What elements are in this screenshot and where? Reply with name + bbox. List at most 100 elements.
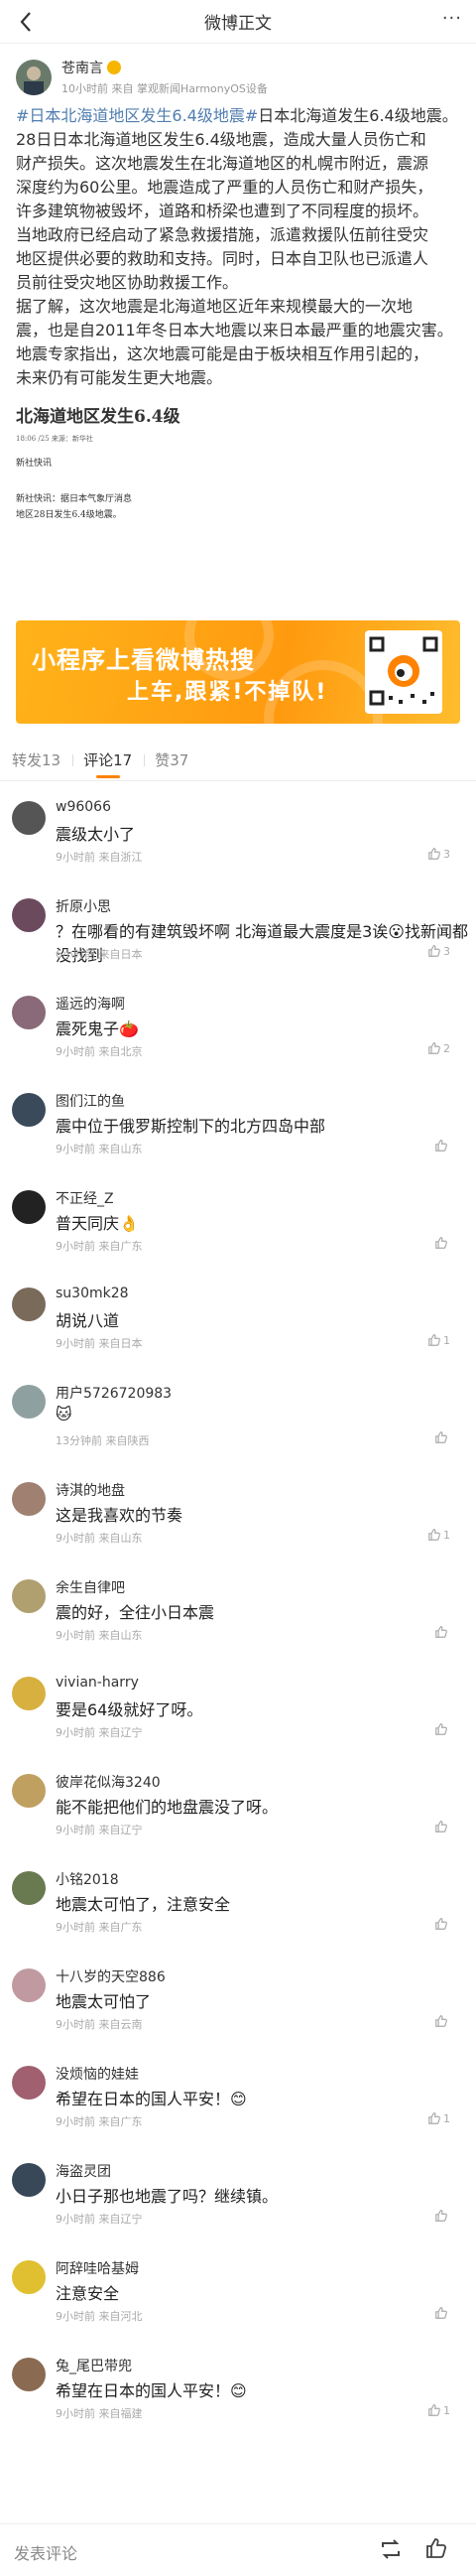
avatar[interactable] bbox=[12, 1677, 46, 1710]
comment-like-count: 1 bbox=[443, 2111, 450, 2125]
comment-author[interactable]: 没烦恼的娃娃 bbox=[56, 2064, 139, 2084]
post-body-line: 员前往受灾地区协助救援工作。 bbox=[16, 273, 239, 292]
post-body-line: 当地政府已经启动了紧急救援措施，派遣救援队伍前往受灾 bbox=[16, 225, 429, 244]
comment-item[interactable]: 遥远的海啊 震死鬼子🍅 9小时前 来自北京 2 bbox=[0, 976, 476, 1073]
comment-meta: 9小时前 来自浙江 bbox=[56, 851, 143, 864]
comment-input[interactable]: 发表评论 bbox=[14, 2540, 77, 2564]
comment-item[interactable]: 没烦恼的娃娃 希望在日本的国人平安！😊 9小时前 来自广东 1 bbox=[0, 2046, 476, 2143]
avatar[interactable] bbox=[12, 1968, 46, 2002]
comment-author[interactable]: 余生自律吧 bbox=[56, 1577, 125, 1597]
comment-item[interactable]: 十八岁的天空886 地震太可怕了 9小时前 来自云南 bbox=[0, 1949, 476, 2046]
news-screenshot-image[interactable]: 北海道地区发生6.4级 18:06 /25 来源：新华社 新社快讯 新社快讯：据… bbox=[0, 402, 476, 610]
comment-item[interactable]: 用户5726720983 🐱 13分钟前 来自陕西 bbox=[0, 1365, 476, 1462]
comment-list: w96066 震级太小了 9小时前 来自浙江 3 折原小思 ？在哪看的有建筑毁坏啊 北海道… bbox=[0, 781, 476, 2435]
comment-like-button[interactable] bbox=[434, 2209, 450, 2223]
tab-comments[interactable]: 评论17 bbox=[83, 749, 132, 780]
avatar[interactable] bbox=[12, 1190, 46, 1224]
post-author[interactable]: 苍南言 10小时前 来自 掌观新闻HarmonyOS设备 bbox=[16, 58, 460, 96]
avatar[interactable] bbox=[12, 1385, 46, 1419]
post-body-line: 地区提供必要的救助和支持。同时，日本自卫队也已派遣人 bbox=[16, 249, 429, 268]
comment-author[interactable]: 图们江的鱼 bbox=[56, 1091, 125, 1111]
avatar[interactable] bbox=[12, 801, 46, 835]
comment-like-button[interactable]: 2 bbox=[427, 1041, 450, 1055]
comment-text: 小日子那也地震了吗？继续镇。 bbox=[56, 2187, 279, 2206]
comment-like-count: 1 bbox=[443, 1528, 450, 1542]
comment-author[interactable]: 用户5726720983 bbox=[56, 1383, 172, 1403]
comment-like-button[interactable] bbox=[434, 1722, 450, 1736]
avatar[interactable] bbox=[12, 898, 46, 932]
comment-like-button[interactable] bbox=[434, 2306, 450, 2320]
comment-like-count: 3 bbox=[443, 847, 450, 861]
comment-item[interactable]: 兔_尾巴带兜 希望在日本的国人平安！😊 9小时前 来自福建 1 bbox=[0, 2338, 476, 2435]
comment-author[interactable]: 小铭2018 bbox=[56, 1869, 119, 1889]
mini-program-banner[interactable]: 小程序上看微博热搜 上车,跟紧!不掉队! bbox=[16, 620, 460, 724]
author-name[interactable]: 苍南言 bbox=[61, 58, 103, 77]
comment-like-button[interactable] bbox=[434, 1139, 450, 1152]
comment-item[interactable]: 海盗灵团 小日子那也地震了吗？继续镇。 9小时前 来自辽宁 bbox=[0, 2143, 476, 2240]
comment-author[interactable]: su30mk28 bbox=[56, 1286, 129, 1301]
comment-item[interactable]: w96066 震级太小了 9小时前 来自浙江 3 bbox=[0, 781, 476, 879]
news-agency: 新社快讯 bbox=[16, 459, 53, 469]
comment-author[interactable]: 海盗灵团 bbox=[56, 2161, 111, 2181]
comment-item[interactable]: 诗淇的地盘 这是我喜欢的节奏 9小时前 来自山东 1 bbox=[0, 1462, 476, 1559]
comment-author[interactable]: 不正经_Z bbox=[56, 1188, 114, 1208]
avatar[interactable] bbox=[16, 59, 52, 95]
comment-like-button[interactable] bbox=[434, 2014, 450, 2028]
comment-item[interactable]: 图们江的鱼 震中位于俄罗斯控制下的北方四岛中部 9小时前 来自山东 bbox=[0, 1073, 476, 1170]
comment-text: 注意安全 bbox=[56, 2284, 120, 2303]
comment-like-button[interactable]: 1 bbox=[427, 1528, 450, 1542]
avatar[interactable] bbox=[12, 2163, 46, 2197]
tab-reposts[interactable]: 转发13 bbox=[12, 749, 60, 780]
more-icon[interactable]: ··· bbox=[442, 8, 462, 29]
comment-like-button[interactable]: 3 bbox=[427, 944, 450, 958]
thumbs-up-icon bbox=[435, 2015, 447, 2027]
comment-like-button[interactable] bbox=[434, 1430, 450, 1444]
avatar[interactable] bbox=[12, 2066, 46, 2100]
avatar[interactable] bbox=[12, 1579, 46, 1613]
comment-item[interactable]: 小铭2018 地震太可怕了，注意安全 9小时前 来自广东 bbox=[0, 1851, 476, 1949]
avatar[interactable] bbox=[12, 2358, 46, 2391]
comment-like-button[interactable] bbox=[434, 1625, 450, 1639]
comment-item[interactable]: 彼岸花似海3240 能不能把他们的地盘震没了呀。 9小时前 来自辽宁 bbox=[0, 1754, 476, 1851]
comment-author[interactable]: 阿辞哇哈基姆 bbox=[56, 2258, 139, 2278]
post-body-line: 深度约为60公里。地震造成了严重的人员伤亡和财产损失， bbox=[16, 178, 433, 197]
avatar[interactable] bbox=[12, 1774, 46, 1808]
comment-like-button[interactable]: 1 bbox=[427, 2403, 450, 2417]
comment-meta: 9小时前 来自河北 bbox=[56, 2310, 143, 2323]
comment-meta: 9小时前 来自辽宁 bbox=[56, 1726, 143, 1739]
comment-like-button[interactable] bbox=[434, 1917, 450, 1931]
back-icon[interactable] bbox=[12, 8, 40, 36]
thumbs-up-icon bbox=[428, 848, 440, 860]
comment-author[interactable]: 遥远的海啊 bbox=[56, 994, 125, 1014]
comment-author[interactable]: 彼岸花似海3240 bbox=[56, 1772, 161, 1792]
comment-author[interactable]: vivian-harry bbox=[56, 1675, 139, 1691]
comment-author[interactable]: 十八岁的天空886 bbox=[56, 1966, 166, 1986]
comment-item[interactable]: 余生自律吧 震的好，全往小日本震 9小时前 来自山东 bbox=[0, 1559, 476, 1657]
comment-author[interactable]: w96066 bbox=[56, 799, 111, 815]
comment-item[interactable]: vivian-harry 要是64级就好了呀。 9小时前 来自辽宁 bbox=[0, 1657, 476, 1754]
hashtag-link[interactable]: #日本北海道地区发生6.4级地震# bbox=[16, 106, 258, 125]
comment-like-button[interactable]: 3 bbox=[427, 847, 450, 861]
comment-like-button[interactable]: 1 bbox=[427, 2111, 450, 2125]
comment-like-button[interactable]: 1 bbox=[427, 1333, 450, 1347]
comment-like-button[interactable] bbox=[434, 1820, 450, 1833]
avatar[interactable] bbox=[12, 1288, 46, 1321]
avatar[interactable] bbox=[12, 1871, 46, 1905]
comment-author[interactable]: 诗淇的地盘 bbox=[56, 1480, 125, 1500]
comment-like-button[interactable] bbox=[434, 1236, 450, 1250]
comment-author[interactable]: 兔_尾巴带兜 bbox=[56, 2356, 132, 2375]
repost-icon[interactable] bbox=[379, 2538, 403, 2564]
comment-item[interactable]: 阿辞哇哈基姆 注意安全 9小时前 来自河北 bbox=[0, 2240, 476, 2338]
like-icon[interactable] bbox=[424, 2536, 448, 2564]
avatar[interactable] bbox=[12, 1093, 46, 1127]
comment-item[interactable]: 折原小思 ？在哪看的有建筑毁坏啊 北海道最大震度是3诶😮找新闻都没找到 6小时前 来… bbox=[0, 879, 476, 976]
avatar[interactable] bbox=[12, 1482, 46, 1516]
comment-item[interactable]: 不正经_Z 普天同庆👌 9小时前 来自广东 bbox=[0, 1170, 476, 1268]
comment-text: 胡说八道 bbox=[56, 1311, 120, 1330]
avatar[interactable] bbox=[12, 996, 46, 1029]
tab-likes[interactable]: 赞37 bbox=[155, 749, 188, 780]
comment-item[interactable]: su30mk28 胡说八道 9小时前 来自日本 1 bbox=[0, 1268, 476, 1365]
avatar[interactable] bbox=[12, 2260, 46, 2294]
comment-author[interactable]: 折原小思 bbox=[56, 896, 111, 916]
comment-text: 震级太小了 bbox=[56, 825, 136, 844]
